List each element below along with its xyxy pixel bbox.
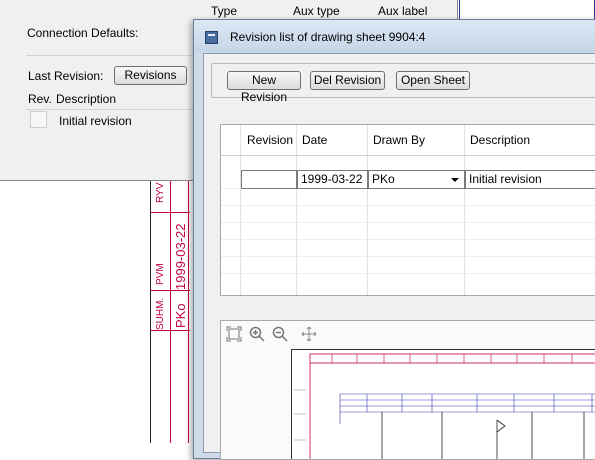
dialog-titlebar[interactable]: Revision list of drawing sheet 9904:4 bbox=[194, 20, 595, 53]
grid-line bbox=[240, 125, 241, 295]
grid-line bbox=[221, 222, 595, 223]
date-column-header[interactable]: Date bbox=[302, 125, 327, 155]
grid-header-separator bbox=[221, 155, 595, 156]
description-cell[interactable]: Initial revision bbox=[465, 170, 595, 189]
revisions-button[interactable]: Revisions bbox=[114, 66, 187, 85]
description-column-header: Description bbox=[56, 92, 117, 106]
grid-line bbox=[296, 125, 297, 295]
zoom-in-icon[interactable] bbox=[249, 326, 265, 342]
date-cell[interactable]: 1999-03-22 bbox=[297, 170, 368, 189]
title-block-line bbox=[150, 330, 190, 331]
separator bbox=[26, 109, 196, 110]
title-block-line bbox=[170, 180, 171, 443]
grid-line bbox=[221, 256, 595, 257]
drawing-label: RYV bbox=[155, 182, 166, 203]
drawing-author-label: PKo bbox=[173, 303, 188, 328]
zoom-out-icon[interactable] bbox=[272, 326, 288, 342]
grid-line bbox=[221, 205, 595, 206]
grid-line bbox=[367, 125, 368, 295]
rev-column-header: Rev. bbox=[28, 92, 52, 106]
dialog-client-area: New Revision Del Revision Open Sheet Rev… bbox=[203, 53, 595, 460]
new-revision-button[interactable]: New Revision bbox=[227, 71, 301, 104]
last-revision-label: Last Revision: bbox=[28, 69, 104, 83]
title-block-line bbox=[188, 180, 189, 443]
revision-grid: Revision Date Drawn By Description 1999-… bbox=[220, 124, 595, 296]
grid-line bbox=[221, 273, 595, 274]
revision-description-cell[interactable]: Initial revision bbox=[59, 114, 132, 128]
description-column-header[interactable]: Description bbox=[470, 125, 530, 155]
drawn-by-select[interactable]: PKo bbox=[368, 170, 465, 189]
revision-column-header[interactable]: Revision bbox=[247, 125, 293, 155]
drawn-by-value: PKo bbox=[372, 172, 395, 186]
grid-line bbox=[221, 239, 595, 240]
chevron-down-icon[interactable] bbox=[451, 178, 459, 182]
connection-defaults-label: Connection Defaults: bbox=[27, 26, 139, 40]
dialog-title: Revision list of drawing sheet 9904:4 bbox=[230, 30, 426, 44]
drawing-label: SUHM. bbox=[155, 297, 166, 330]
aux-label-column-header: Aux label bbox=[378, 4, 428, 18]
del-revision-button[interactable]: Del Revision bbox=[310, 71, 385, 90]
zoom-fit-icon[interactable] bbox=[226, 326, 242, 342]
drawing-label: PVM bbox=[155, 263, 166, 285]
revision-cell[interactable] bbox=[241, 170, 297, 189]
title-block-line bbox=[150, 212, 190, 213]
sheet-preview[interactable] bbox=[220, 320, 595, 460]
type-column-header: Type bbox=[211, 4, 238, 18]
separator bbox=[26, 55, 196, 56]
sheet-thumbnail bbox=[291, 349, 595, 459]
drawing-border-line bbox=[150, 180, 151, 443]
aux-type-column-header: Aux type bbox=[293, 4, 340, 18]
open-sheet-button[interactable]: Open Sheet bbox=[396, 71, 470, 90]
title-block-line bbox=[150, 290, 190, 291]
revision-list-dialog: Revision list of drawing sheet 9904:4 Ne… bbox=[193, 19, 595, 460]
window-icon bbox=[205, 31, 218, 44]
drawn-by-column-header[interactable]: Drawn By bbox=[373, 125, 425, 155]
pan-icon[interactable] bbox=[301, 326, 317, 342]
rev-cell[interactable] bbox=[30, 111, 47, 128]
grid-line bbox=[464, 125, 465, 295]
drawing-date-label: 1999-03-22 bbox=[173, 223, 188, 291]
